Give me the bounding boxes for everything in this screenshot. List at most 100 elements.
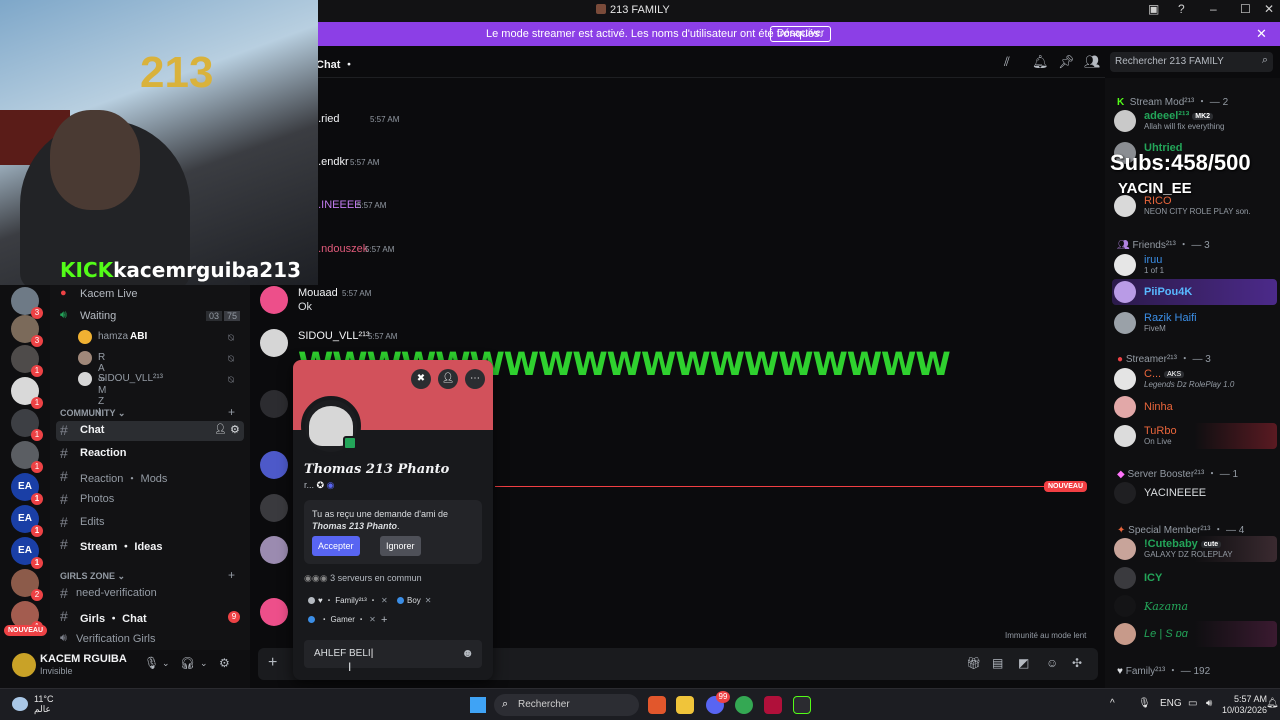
profile-avatar[interactable]	[301, 396, 361, 456]
search-input[interactable]: Rechercher 213 FAMILY ⌕	[1110, 52, 1273, 72]
channel-chat[interactable]: # Chat 👤︎ ⚙	[56, 421, 244, 441]
bell-icon[interactable]: 🔔︎	[1032, 54, 1049, 70]
chevron-up-icon[interactable]: ^	[1110, 698, 1115, 709]
gif-icon[interactable]: ▤	[992, 656, 1003, 670]
notifications-icon[interactable]: 🔔︎	[1266, 698, 1279, 709]
volume-icon[interactable]: 🔊︎	[1206, 698, 1212, 709]
avatar[interactable]	[260, 598, 288, 626]
message-author[interactable]: SIDOU_VLL²¹³	[298, 330, 370, 342]
server-icon[interactable]: 3	[11, 287, 43, 319]
member-item[interactable]: Ninha	[1112, 394, 1277, 420]
channel-stream-ideas[interactable]: # Stream ・ Ideas	[56, 535, 244, 555]
member-item[interactable]: TuRbo On Live	[1112, 423, 1277, 449]
gear-icon[interactable]: ⚙	[230, 423, 240, 436]
add-friend-icon[interactable]: 👤︎	[438, 369, 458, 389]
weather-widget[interactable]: 11°C عالم	[34, 694, 53, 714]
close-banner-icon[interactable]: ✕	[1256, 26, 1267, 42]
member-item[interactable]: YACINEEEE	[1112, 480, 1277, 506]
microphone-icon[interactable]: 🎙︎	[144, 656, 159, 670]
channel-reaction-mods[interactable]: # Reaction ・ Mods	[56, 467, 244, 487]
headphones-icon[interactable]: 🎧︎	[180, 656, 195, 670]
avatar[interactable]	[260, 286, 288, 314]
chevron-down-icon[interactable]: ⌄	[200, 658, 208, 669]
mutual-servers[interactable]: ◉◉◉ 3 serveurs en commun	[304, 573, 422, 584]
chrome-icon[interactable]	[735, 696, 753, 714]
avatar[interactable]	[260, 536, 288, 564]
channel-edits[interactable]: # Edits	[56, 513, 244, 533]
reply-input[interactable]: AHLEF BELI| ☻	[304, 640, 482, 668]
help-icon[interactable]: ?	[1178, 2, 1185, 16]
discord-icon[interactable]: 99	[706, 691, 730, 714]
role-pill[interactable]: ・ Gamer ・ ✕	[304, 613, 380, 627]
channel-reaction[interactable]: # Reaction	[56, 444, 244, 464]
taskbar-search[interactable]: ⌕ Rechercher	[494, 694, 639, 716]
message-author[interactable]: Mouaad	[298, 287, 338, 299]
microphone-icon[interactable]: 🎙︎	[1138, 698, 1151, 709]
server-icon[interactable]: 1	[11, 441, 43, 473]
member-item[interactable]: !Cutebaby cute GALAXY DZ ROLEPLAY	[1112, 536, 1277, 562]
attach-plus-icon[interactable]: +	[268, 654, 277, 672]
member-item[interactable]: Kazama	[1112, 593, 1277, 619]
avatar[interactable]	[12, 653, 36, 677]
emoji-icon[interactable]: ☻	[461, 646, 474, 660]
member-item[interactable]: PiiPou4K	[1112, 279, 1277, 305]
server-icon[interactable]: 3	[11, 315, 43, 347]
member-item[interactable]: iruu 1 of 1	[1112, 252, 1277, 278]
member-item[interactable]: adeeel²¹³ MK2 Allah will fix everything	[1112, 108, 1277, 134]
member-item[interactable]: C... AKS Legends Dz RolePlay 1.0	[1112, 366, 1277, 392]
accept-button[interactable]: Accepter	[312, 536, 360, 556]
member-item[interactable]: ICY	[1112, 565, 1277, 591]
threads-icon[interactable]: ⫽	[1004, 54, 1010, 70]
adobe-icon[interactable]	[764, 696, 782, 714]
system-clock[interactable]: 5:57 AM 10/03/2026	[1222, 694, 1267, 716]
server-icon[interactable]: EA 1	[11, 473, 43, 505]
members-icon[interactable]: 👥︎	[1084, 54, 1101, 70]
server-icon[interactable]: 1	[11, 409, 43, 441]
sticker-icon[interactable]: ◩	[1018, 656, 1029, 670]
server-icon[interactable]: 2	[11, 569, 43, 601]
profile-icon[interactable]: ▣	[1148, 2, 1159, 16]
server-icon[interactable]: EA 1	[11, 537, 43, 569]
voice-channel-kacem-live[interactable]: ● Kacem Live	[56, 285, 244, 305]
keyboard-language[interactable]: ENG	[1160, 698, 1182, 709]
chevron-down-icon[interactable]: ⌄	[162, 658, 170, 669]
disable-streamer-mode-button[interactable]: Désactiver	[770, 26, 832, 42]
message-author[interactable]: ...ndouszek	[312, 243, 368, 255]
avatar[interactable]	[260, 329, 288, 357]
network-icon[interactable]: ▭	[1188, 698, 1197, 709]
server-icon[interactable]: EA 1	[11, 505, 43, 537]
ignore-button[interactable]: Ignorer	[380, 536, 421, 556]
file-explorer-icon[interactable]	[676, 696, 694, 714]
channel-verification-girls[interactable]: 🔊︎ Verification Girls	[56, 630, 244, 650]
minimize-icon[interactable]: –	[1210, 2, 1217, 16]
server-icon[interactable]: 1	[11, 377, 43, 409]
category-girls-zone[interactable]: GIRLS ZONE ⌄	[60, 571, 125, 582]
close-icon[interactable]: ✕	[1264, 2, 1274, 16]
maximize-icon[interactable]: ☐	[1240, 2, 1251, 16]
role-pill[interactable]: Boy ✕	[393, 594, 436, 608]
member-item[interactable]: Le | S ɒɑ	[1112, 621, 1277, 647]
pin-icon[interactable]: 📌︎	[1058, 54, 1075, 70]
avatar[interactable]	[260, 494, 288, 522]
add-channel-icon[interactable]: +	[228, 405, 235, 419]
invite-icon[interactable]: 👤︎	[214, 424, 227, 435]
server-icon[interactable]: 1	[11, 345, 43, 377]
settings-icon[interactable]: ⚙	[219, 656, 230, 670]
apps-icon[interactable]: ✣	[1072, 656, 1082, 670]
add-role-icon[interactable]: +	[381, 614, 387, 626]
add-channel-icon[interactable]: +	[228, 568, 235, 582]
avatar[interactable]	[260, 451, 288, 479]
kick-app-icon[interactable]	[793, 696, 811, 714]
category-community[interactable]: COMMUNITY ⌄	[60, 408, 125, 419]
channel-need-verification[interactable]: # need-verification	[56, 584, 244, 604]
channel-photos[interactable]: # Photos	[56, 490, 244, 510]
avatar[interactable]	[260, 390, 288, 418]
brave-browser-icon[interactable]	[648, 696, 666, 714]
voice-channel-waiting[interactable]: 🔊︎ Waiting 03 75	[56, 307, 244, 327]
windows-start-icon[interactable]	[470, 697, 486, 713]
mute-icon[interactable]: ✖	[411, 369, 431, 389]
channel-girls-chat[interactable]: # Girls ・ Chat 9	[56, 607, 244, 627]
role-pill[interactable]: ♥ ・ Family²¹³ ・ ✕	[304, 594, 392, 608]
emoji-icon[interactable]: ☺	[1046, 656, 1058, 670]
user-name[interactable]: KACEM RGUIBA	[40, 653, 127, 665]
